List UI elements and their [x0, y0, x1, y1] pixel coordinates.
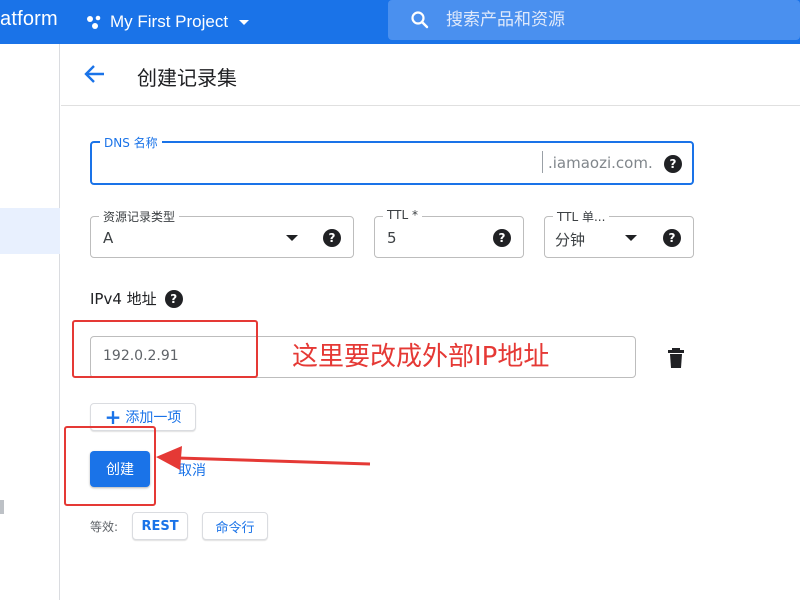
- sidebar-indicator: [0, 500, 4, 514]
- help-icon[interactable]: ?: [493, 229, 511, 247]
- arrow-left-icon[interactable]: [81, 60, 109, 88]
- ipv4-label: IPv4 地址: [90, 290, 157, 308]
- record-type-select[interactable]: 资源记录类型 A ?: [90, 208, 354, 258]
- help-icon[interactable]: ?: [164, 289, 183, 308]
- sidebar-active-item[interactable]: [0, 208, 60, 254]
- annotation-highlight-ip: [72, 320, 258, 378]
- top-app-bar: atform My First Project: [0, 0, 800, 44]
- project-name: My First Project: [110, 12, 229, 31]
- rest-label: REST: [141, 518, 179, 534]
- dns-name-field[interactable]: DNS 名称 .iamaozi.com. ?: [90, 134, 694, 185]
- command-line-label: 命令行: [215, 520, 255, 536]
- page-title: 创建记录集: [137, 66, 237, 90]
- left-sidebar: [0, 44, 60, 600]
- ttl-unit-value: 分钟: [555, 231, 586, 249]
- chevron-down-icon: [239, 20, 250, 25]
- record-type-label: 资源记录类型: [99, 208, 180, 225]
- delete-icon[interactable]: [668, 348, 684, 368]
- dns-suffix: .iamaozi.com.: [548, 154, 653, 172]
- ttl-label: TTL *: [383, 208, 422, 222]
- dropdown-arrow-icon: [286, 235, 298, 241]
- search-icon: [411, 11, 429, 29]
- help-icon[interactable]: ?: [663, 229, 681, 247]
- brand-title: atform: [0, 8, 58, 30]
- ttl-unit-select[interactable]: TTL 单... 分钟 ?: [544, 208, 694, 258]
- project-dots-icon: [87, 15, 101, 29]
- ttl-value: 5: [387, 229, 397, 247]
- dropdown-arrow-icon: [625, 235, 637, 241]
- search-input[interactable]: [446, 10, 776, 30]
- help-icon[interactable]: ?: [664, 155, 682, 173]
- plus-icon: +: [104, 405, 122, 429]
- annotation-highlight-create: [64, 426, 156, 506]
- search-bar[interactable]: [388, 0, 800, 40]
- annotation-text: 这里要改成外部IP地址: [292, 342, 550, 372]
- help-icon[interactable]: ?: [323, 229, 341, 247]
- record-type-value: A: [103, 229, 114, 247]
- annotation-arrow: [156, 446, 371, 470]
- equivalent-label: 等效:: [90, 520, 119, 534]
- ttl-unit-label: TTL 单...: [553, 208, 610, 225]
- add-item-label: 添加一项: [125, 410, 182, 426]
- command-line-button[interactable]: 命令行: [202, 512, 268, 540]
- dns-name-label: DNS 名称: [100, 134, 162, 151]
- rest-button[interactable]: REST: [132, 512, 188, 540]
- ttl-field[interactable]: TTL * 5 ?: [374, 208, 524, 258]
- ipv4-section-label: IPv4 地址 ?: [90, 288, 183, 309]
- project-selector[interactable]: My First Project: [86, 6, 254, 38]
- text-cursor: [542, 151, 543, 173]
- page-header: 创建记录集: [61, 44, 800, 106]
